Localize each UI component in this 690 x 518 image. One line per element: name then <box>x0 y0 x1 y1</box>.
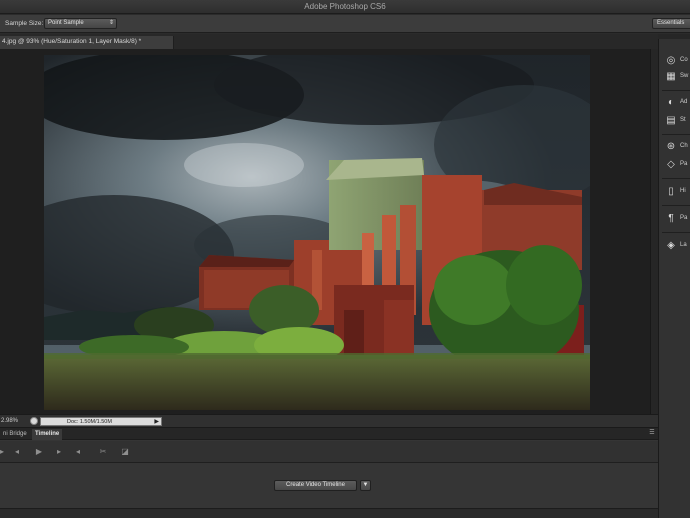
dock-divider <box>662 178 690 179</box>
panel-menu-icon[interactable]: ☰ <box>648 430 656 437</box>
styles-icon: ▤ <box>666 115 676 126</box>
dock-item-swatches[interactable]: ▦ Sw <box>665 70 690 84</box>
dock-label-swatches: Sw <box>680 73 689 79</box>
color-icon: ◎ <box>666 55 676 66</box>
document-tab-label: 4.jpg @ 93% (Hue/Saturation 1, Layer Mas… <box>2 38 142 45</box>
dock-item-channels[interactable]: ⊛ Ch <box>665 140 690 154</box>
play-icon[interactable]: ▶ <box>34 446 44 458</box>
status-bar: 2.98% Doc: 1.50M/1.50M ▶ <box>0 414 658 427</box>
adjustments-icon: ◐ <box>667 97 675 108</box>
dock-item-adjustments[interactable]: ◐ Ad <box>665 96 690 110</box>
workspace-label: Essentials <box>657 20 685 26</box>
dock-item-paths[interactable]: ◇ Pa <box>665 158 690 172</box>
tab-timeline[interactable]: Timeline <box>32 429 63 440</box>
dock-divider <box>662 90 690 91</box>
zoom-level[interactable]: 2.98% <box>0 417 28 426</box>
dock-label-styles: St <box>680 117 686 123</box>
layers-icon: ◈ <box>667 240 675 251</box>
vertical-scrollbar[interactable] <box>650 49 658 414</box>
play-arrow-icon: ▶ <box>154 419 159 425</box>
dock-label-adjustments: Ad <box>680 99 688 105</box>
document-tab[interactable]: 4.jpg @ 93% (Hue/Saturation 1, Layer Mas… <box>0 36 174 49</box>
hdr-factory-photo <box>44 55 590 410</box>
dock-divider <box>662 232 690 233</box>
dock-label-history: Hi <box>680 188 686 194</box>
create-options-dropdown[interactable]: ▼ <box>360 480 371 491</box>
tab-mini-bridge[interactable]: ni Bridge <box>0 429 30 440</box>
transition-icon[interactable]: ◪ <box>120 446 130 458</box>
status-info-icon[interactable] <box>30 417 38 425</box>
document-image[interactable] <box>44 55 590 410</box>
dock-label-layers: La <box>680 242 687 248</box>
dock-label-channels: Ch <box>680 143 688 149</box>
workspace-switcher[interactable]: Essentials <box>652 18 690 29</box>
options-bar: Sample Size: Point Sample ⇕ Essentials <box>0 15 690 33</box>
right-panel-dock: ◎ Co ▦ Sw ◐ Ad ▤ St ⊛ Ch ◇ Pa ▯ Hi ¶ Pa … <box>658 34 690 518</box>
dock-label-paragraph: Pa <box>680 215 688 221</box>
create-video-timeline-button[interactable]: Create Video Timeline <box>274 480 357 491</box>
go-to-first-frame-icon[interactable]: ▸ <box>0 446 6 458</box>
dock-divider <box>662 205 690 206</box>
paragraph-icon: ¶ <box>668 213 674 224</box>
dock-item-layers[interactable]: ◈ La <box>665 239 690 253</box>
document-tab-bar: 4.jpg @ 93% (Hue/Saturation 1, Layer Mas… <box>0 34 658 49</box>
document-info-field[interactable]: Doc: 1.50M/1.50M ▶ <box>40 417 162 426</box>
document-size: Doc: 1.50M/1.50M <box>67 419 112 425</box>
timeline-controls: ▸ ◂ ▶ ▸ ◂ ✂ ◪ <box>0 441 658 463</box>
title-bar: Adobe Photoshop CS6 <box>0 0 690 14</box>
chevron-down-icon: ▼ <box>362 482 369 488</box>
panel-tab-bar: ni Bridge Timeline ☰ <box>0 428 658 440</box>
next-frame-icon[interactable]: ▸ <box>54 446 64 458</box>
sample-size-value: Point Sample <box>48 20 84 26</box>
paths-icon: ◇ <box>667 159 675 170</box>
dock-item-styles[interactable]: ▤ St <box>665 114 690 128</box>
timeline-footer <box>0 508 658 518</box>
channels-icon: ⊛ <box>666 141 676 152</box>
split-scissors-icon[interactable]: ✂ <box>97 446 109 458</box>
dock-label-paths: Pa <box>680 161 688 167</box>
dock-item-color[interactable]: ◎ Co <box>665 54 690 68</box>
dock-label-color: Co <box>680 57 688 63</box>
sample-size-select[interactable]: Point Sample ⇕ <box>44 18 117 29</box>
timeline-panel: ni Bridge Timeline ☰ ▸ ◂ ▶ ▸ ◂ ✂ ◪ Creat… <box>0 427 658 518</box>
create-video-timeline-label: Create Video Timeline <box>286 482 345 488</box>
updown-arrows-icon: ⇕ <box>108 20 114 26</box>
app-title: Adobe Photoshop CS6 <box>304 2 386 11</box>
previous-frame-icon[interactable]: ◂ <box>12 446 22 458</box>
dock-item-paragraph[interactable]: ¶ Pa <box>665 212 690 226</box>
dock-header-strip <box>658 34 690 39</box>
dock-item-history[interactable]: ▯ Hi <box>665 185 690 199</box>
sample-size-label: Sample Size: <box>5 20 44 27</box>
history-icon: ▯ <box>668 186 674 197</box>
dock-divider <box>662 134 690 135</box>
swatches-icon: ▦ <box>666 71 676 82</box>
audio-icon[interactable]: ◂ <box>73 446 83 458</box>
